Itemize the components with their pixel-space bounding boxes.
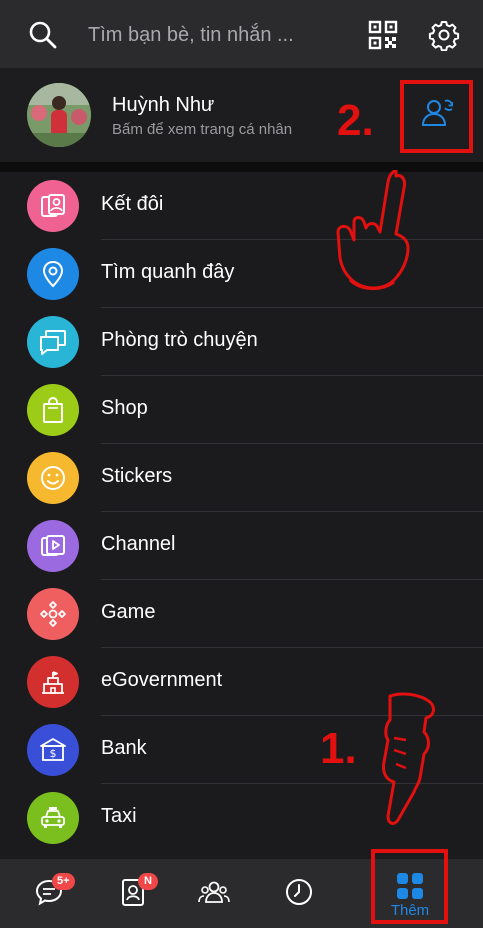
pair-icon (27, 180, 79, 232)
contacts-badge: N (138, 873, 158, 890)
channel-icon (27, 520, 79, 572)
shop-bag-icon (27, 384, 79, 436)
gamepad-icon (27, 588, 79, 640)
avatar[interactable] (27, 83, 91, 147)
list-item-label: Kết đôi (101, 193, 164, 215)
annotation-step2-number: 2. (337, 96, 374, 145)
top-bar: Tìm bạn bè, tin nhắn ... (0, 0, 483, 68)
messages-badge: 5+ (52, 873, 75, 890)
list-item-stickers[interactable]: Stickers (0, 444, 483, 512)
group-icon (198, 881, 230, 903)
list-item-label: Channel (101, 533, 176, 555)
qr-code-icon[interactable] (368, 20, 398, 50)
tab-contacts[interactable]: N (110, 871, 158, 917)
chat-room-icon (27, 316, 79, 368)
location-icon (27, 248, 79, 300)
list-item-label: Tìm quanh đây (101, 261, 235, 283)
tab-timeline[interactable] (276, 871, 322, 917)
profile-name: Huỳnh Như (112, 94, 215, 116)
list-item-label: Taxi (101, 805, 137, 827)
list-item-label: Stickers (101, 465, 173, 487)
annotation-step1-number: 1. (320, 724, 357, 773)
list-item-shop[interactable]: Shop (0, 376, 483, 444)
search-input[interactable]: Tìm bạn bè, tin nhắn ... (88, 24, 294, 47)
government-icon (27, 656, 79, 708)
list-item-label: Phòng trò chuyện (101, 329, 258, 351)
pointing-hand-down-icon (382, 692, 435, 825)
list-item-label: eGovernment (101, 669, 223, 691)
search-icon[interactable] (28, 20, 58, 50)
clock-icon (286, 879, 312, 905)
pointing-hand-up-icon (336, 170, 410, 290)
list-item-channel[interactable]: Channel (0, 512, 483, 580)
annotation-box-step2 (400, 80, 473, 153)
svg-text:$: $ (50, 747, 57, 760)
list-item-label: Shop (101, 397, 148, 419)
list-item-label: Game (101, 601, 156, 623)
profile-subtitle: Bấm để xem trang cá nhân (112, 121, 293, 138)
list-item-game[interactable]: Game (0, 580, 483, 648)
tab-messages[interactable]: 5+ (26, 871, 75, 917)
smile-icon (27, 452, 79, 504)
bank-icon: $ (27, 724, 79, 776)
taxi-icon (27, 792, 79, 844)
list-item-phong-tro-chuyen[interactable]: Phòng trò chuyện (0, 308, 483, 376)
gear-icon[interactable] (428, 19, 460, 51)
list-item-label: Bank (101, 737, 147, 759)
annotation-box-step1 (371, 849, 448, 924)
tab-groups[interactable] (192, 871, 238, 917)
